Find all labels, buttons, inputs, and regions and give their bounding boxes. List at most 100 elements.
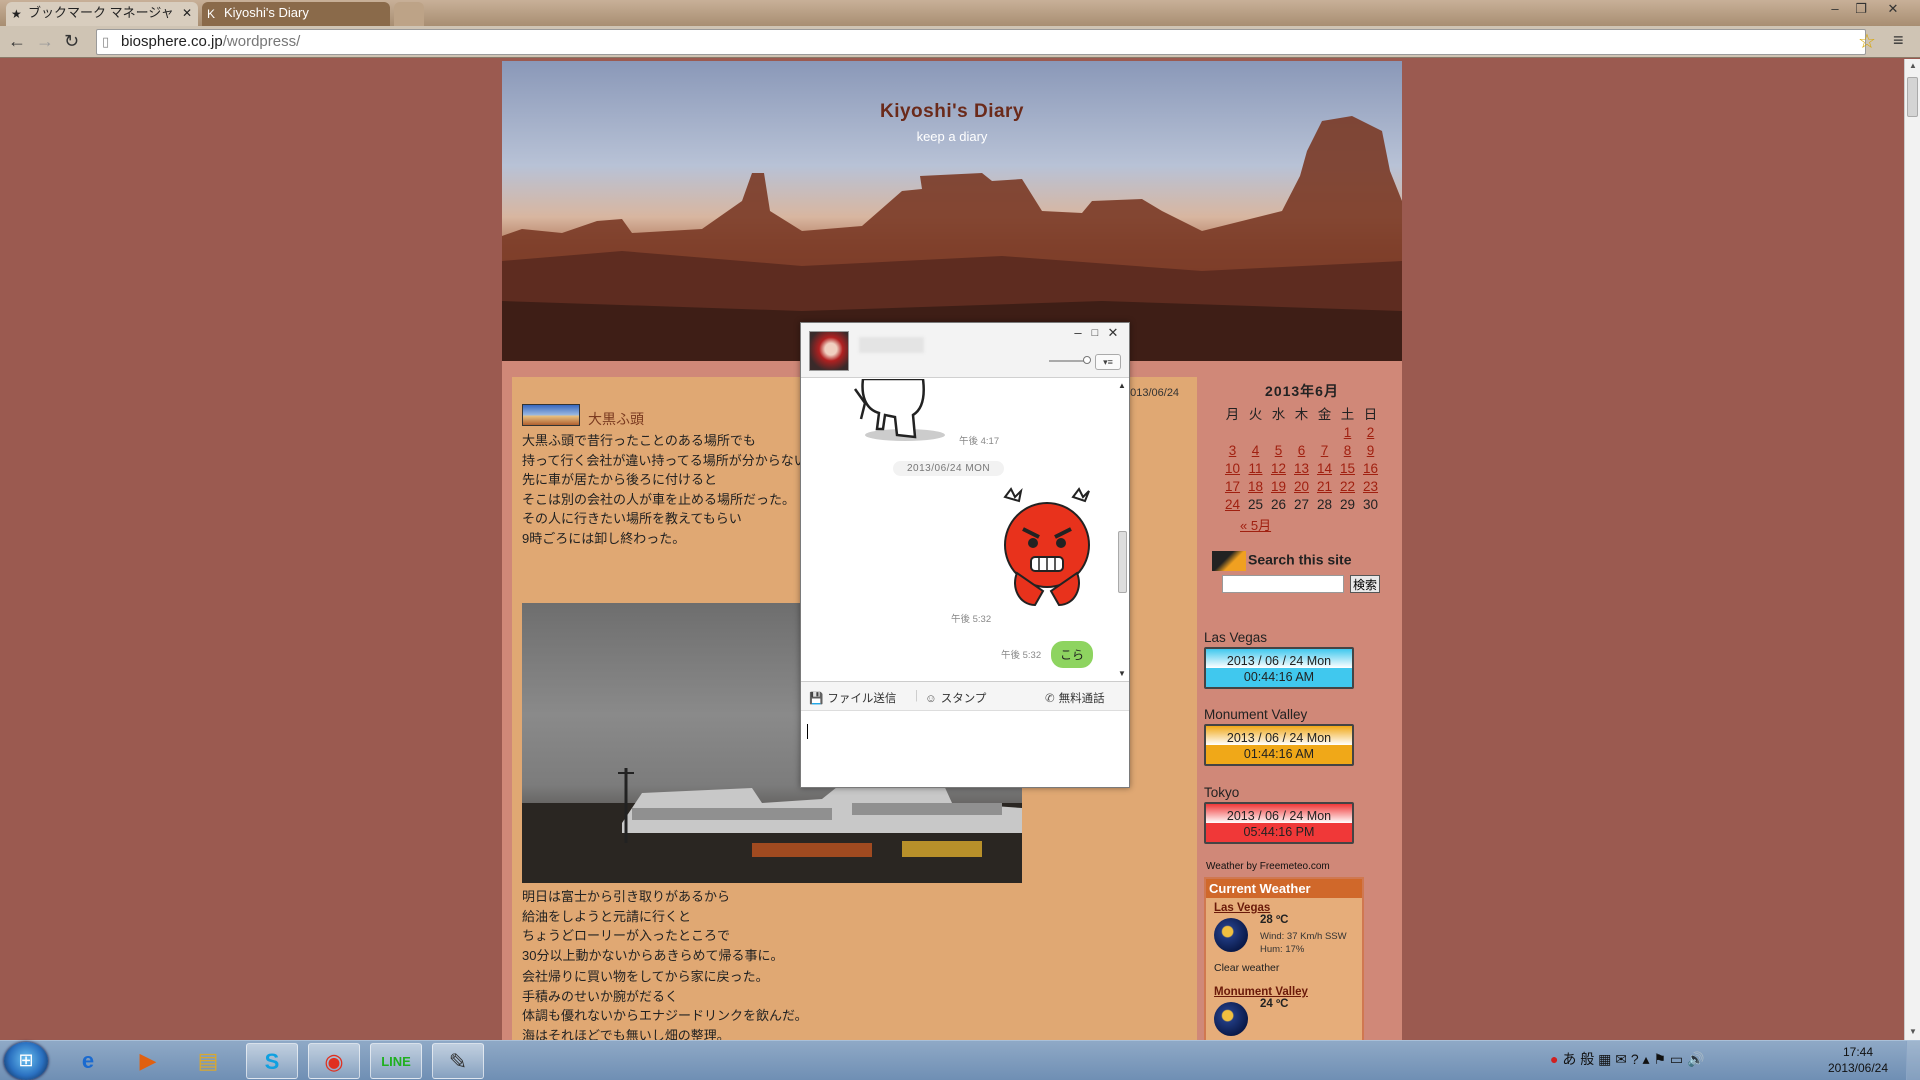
transparency-slider[interactable] <box>1049 356 1091 364</box>
ime-indicator-icon[interactable]: ● <box>1550 1051 1558 1067</box>
calendar-day[interactable]: 18 <box>1244 477 1267 495</box>
sticker-button[interactable]: ☺ スタンプ <box>925 690 986 706</box>
calendar-day[interactable]: 8 <box>1336 441 1359 459</box>
weekday: 火 <box>1248 407 1263 422</box>
calendar-day[interactable]: 2 <box>1359 423 1382 441</box>
chat-menu-button[interactable]: ▾≡ <box>1095 354 1121 370</box>
calendar-day[interactable]: 12 <box>1267 459 1290 477</box>
browser-menu-icon[interactable]: ≡ <box>1893 30 1904 51</box>
weather-temp: 28 ºC <box>1260 914 1289 926</box>
calendar-day[interactable]: 9 <box>1359 441 1382 459</box>
close-tab-icon[interactable]: ✕ <box>182 2 192 24</box>
message-time: 午後 5:32 <box>951 614 992 625</box>
chat-message-bubble[interactable]: こら <box>1051 641 1094 668</box>
start-button[interactable]: ⊞ <box>4 1042 48 1080</box>
calendar-day[interactable]: 6 <box>1290 441 1313 459</box>
tab-kiyoshis-diary[interactable]: K Kiyoshi's Diary <box>202 2 390 26</box>
taskbar: ⊞ e ▶ ▤ S ◉ LINE ✎ ● あ 般 ▦ ✉ ? ▴ ⚑ ▭ 🔊 1… <box>0 1040 1920 1080</box>
restore-window-icon[interactable]: ❐ <box>1848 0 1874 18</box>
calendar-day[interactable]: 23 <box>1359 477 1382 495</box>
scroll-thumb[interactable] <box>1907 77 1918 117</box>
prev-month-link[interactable]: « 5月 <box>1240 515 1271 534</box>
calendar-week: 17 18 19 20 21 22 23 <box>1221 477 1382 495</box>
calendar-day[interactable]: 22 <box>1336 477 1359 495</box>
internet-explorer-icon[interactable]: e <box>62 1043 114 1079</box>
calendar-day[interactable]: 24 <box>1221 495 1244 513</box>
close-chat-icon[interactable]: ✕ <box>1106 326 1120 340</box>
post-line: 海はそれほどでも無いし畑の整理。 <box>522 1027 730 1041</box>
search-button[interactable]: 検索 <box>1350 575 1381 593</box>
clock-time: 01:44:16 AM <box>1243 747 1315 761</box>
weather-temp: 24 ºC <box>1260 998 1289 1010</box>
scroll-up-arrow-icon[interactable]: ▲ <box>1909 61 1917 70</box>
slider-knob[interactable] <box>1083 356 1091 364</box>
send-file-button[interactable]: 💾 ファイル送信 <box>809 690 896 706</box>
weather-city-link[interactable]: Monument Valley <box>1214 986 1362 998</box>
calendar-day[interactable]: 14 <box>1313 459 1336 477</box>
weather-credit-link[interactable]: Weather by Freemeteo.com <box>1206 861 1330 872</box>
post-paragraph-1: 大黒ふ頭で昔行ったことのある場所でも 持って行く会社が違い持ってる場所が分からな… <box>522 431 807 548</box>
message-time: 午後 4:17 <box>959 436 1000 447</box>
minimize-window-icon[interactable]: – <box>1822 0 1848 18</box>
free-call-label: 無料通話 <box>1058 693 1105 705</box>
message-input[interactable] <box>801 712 1129 782</box>
media-player-icon[interactable]: ▶ <box>122 1043 174 1079</box>
file-explorer-icon[interactable]: ▤ <box>182 1043 234 1079</box>
minimize-chat-icon[interactable]: – <box>1071 326 1085 340</box>
moon-icon <box>1214 1002 1248 1036</box>
calendar-day[interactable]: 19 <box>1267 477 1290 495</box>
search-input[interactable] <box>1222 575 1344 593</box>
rabbit-sticker <box>853 379 945 441</box>
skype-icon[interactable]: S <box>246 1043 298 1079</box>
address-bar[interactable]: ▯ biosphere.co.jp/wordpress/ <box>96 29 1866 55</box>
contact-avatar[interactable] <box>809 331 849 371</box>
weather-condition: Clear weather <box>1214 962 1280 974</box>
weekday: 金 <box>1317 407 1332 422</box>
calendar-day[interactable]: 3 <box>1221 441 1244 459</box>
calendar-empty <box>1267 423 1290 441</box>
weather-city-link[interactable]: Las Vegas <box>1214 902 1362 914</box>
close-window-icon[interactable]: ✕ <box>1880 0 1906 18</box>
calendar-day[interactable]: 16 <box>1359 459 1382 477</box>
system-clock[interactable]: 17:44 2013/06/24 <box>1818 1044 1898 1076</box>
calendar-day[interactable]: 21 <box>1313 477 1336 495</box>
ime-mode[interactable]: あ 般 <box>1562 1051 1594 1067</box>
calendar-day[interactable]: 7 <box>1313 441 1336 459</box>
scroll-up-arrow-icon[interactable]: ▲ <box>1118 381 1126 390</box>
back-arrow-icon[interactable]: ← <box>8 30 26 52</box>
gimp-icon[interactable]: ✎ <box>432 1043 484 1079</box>
calendar-day[interactable]: 1 <box>1336 423 1359 441</box>
calendar-week: 3456789 <box>1221 441 1382 459</box>
free-call-button[interactable]: ✆ 無料通話 <box>1045 690 1105 706</box>
chat-scrollbar[interactable]: ▲ ▼ <box>1116 379 1128 681</box>
post-title[interactable]: 大黒ふ頭 <box>588 409 644 429</box>
reload-icon[interactable]: ↻ <box>64 30 79 52</box>
scroll-down-arrow-icon[interactable]: ▼ <box>1909 1027 1917 1036</box>
calendar-day[interactable]: 20 <box>1290 477 1313 495</box>
weather-entry: 28 ºC Wind: 37 Km/h SSW Hum: 17% <box>1214 914 1362 962</box>
calendar-day[interactable]: 5 <box>1267 441 1290 459</box>
clock-time: 17:44 <box>1842 1045 1874 1059</box>
maximize-chat-icon[interactable]: □ <box>1088 326 1102 340</box>
bookmark-star-icon[interactable]: ☆ <box>1858 29 1876 54</box>
calendar-day[interactable]: 17 <box>1221 477 1244 495</box>
chat-scroll-thumb[interactable] <box>1118 531 1127 593</box>
forward-arrow-icon[interactable]: → <box>36 30 54 52</box>
post-line: ちょうどローリーが入ったところで <box>522 928 731 943</box>
calendar-day[interactable]: 4 <box>1244 441 1267 459</box>
calendar-day[interactable]: 11 <box>1244 459 1267 477</box>
tab-bookmark-manager[interactable]: ★ ブックマーク マネージャ ✕ <box>6 2 198 26</box>
chrome-icon[interactable]: ◉ <box>308 1043 360 1079</box>
scroll-down-arrow-icon[interactable]: ▼ <box>1118 669 1126 678</box>
calendar-day[interactable]: 15 <box>1336 459 1359 477</box>
calendar-day[interactable]: 13 <box>1290 459 1313 477</box>
angry-face-sticker <box>1003 487 1090 607</box>
page-scrollbar[interactable]: ▲ ▼ <box>1904 59 1920 1040</box>
tray-apps-icon[interactable]: ▦ ✉ ? ▴ ⚑ ▭ 🔊 <box>1598 1051 1704 1067</box>
clock-date: 2013 / 06 / 24 Mon <box>1226 654 1332 668</box>
line-app-icon[interactable]: LINE <box>370 1043 422 1079</box>
new-tab-button[interactable] <box>394 2 424 26</box>
calendar-day[interactable]: 10 <box>1221 459 1244 477</box>
show-desktop-button[interactable] <box>1906 1041 1920 1080</box>
site-title[interactable]: Kiyoshi's Diary <box>502 101 1402 123</box>
